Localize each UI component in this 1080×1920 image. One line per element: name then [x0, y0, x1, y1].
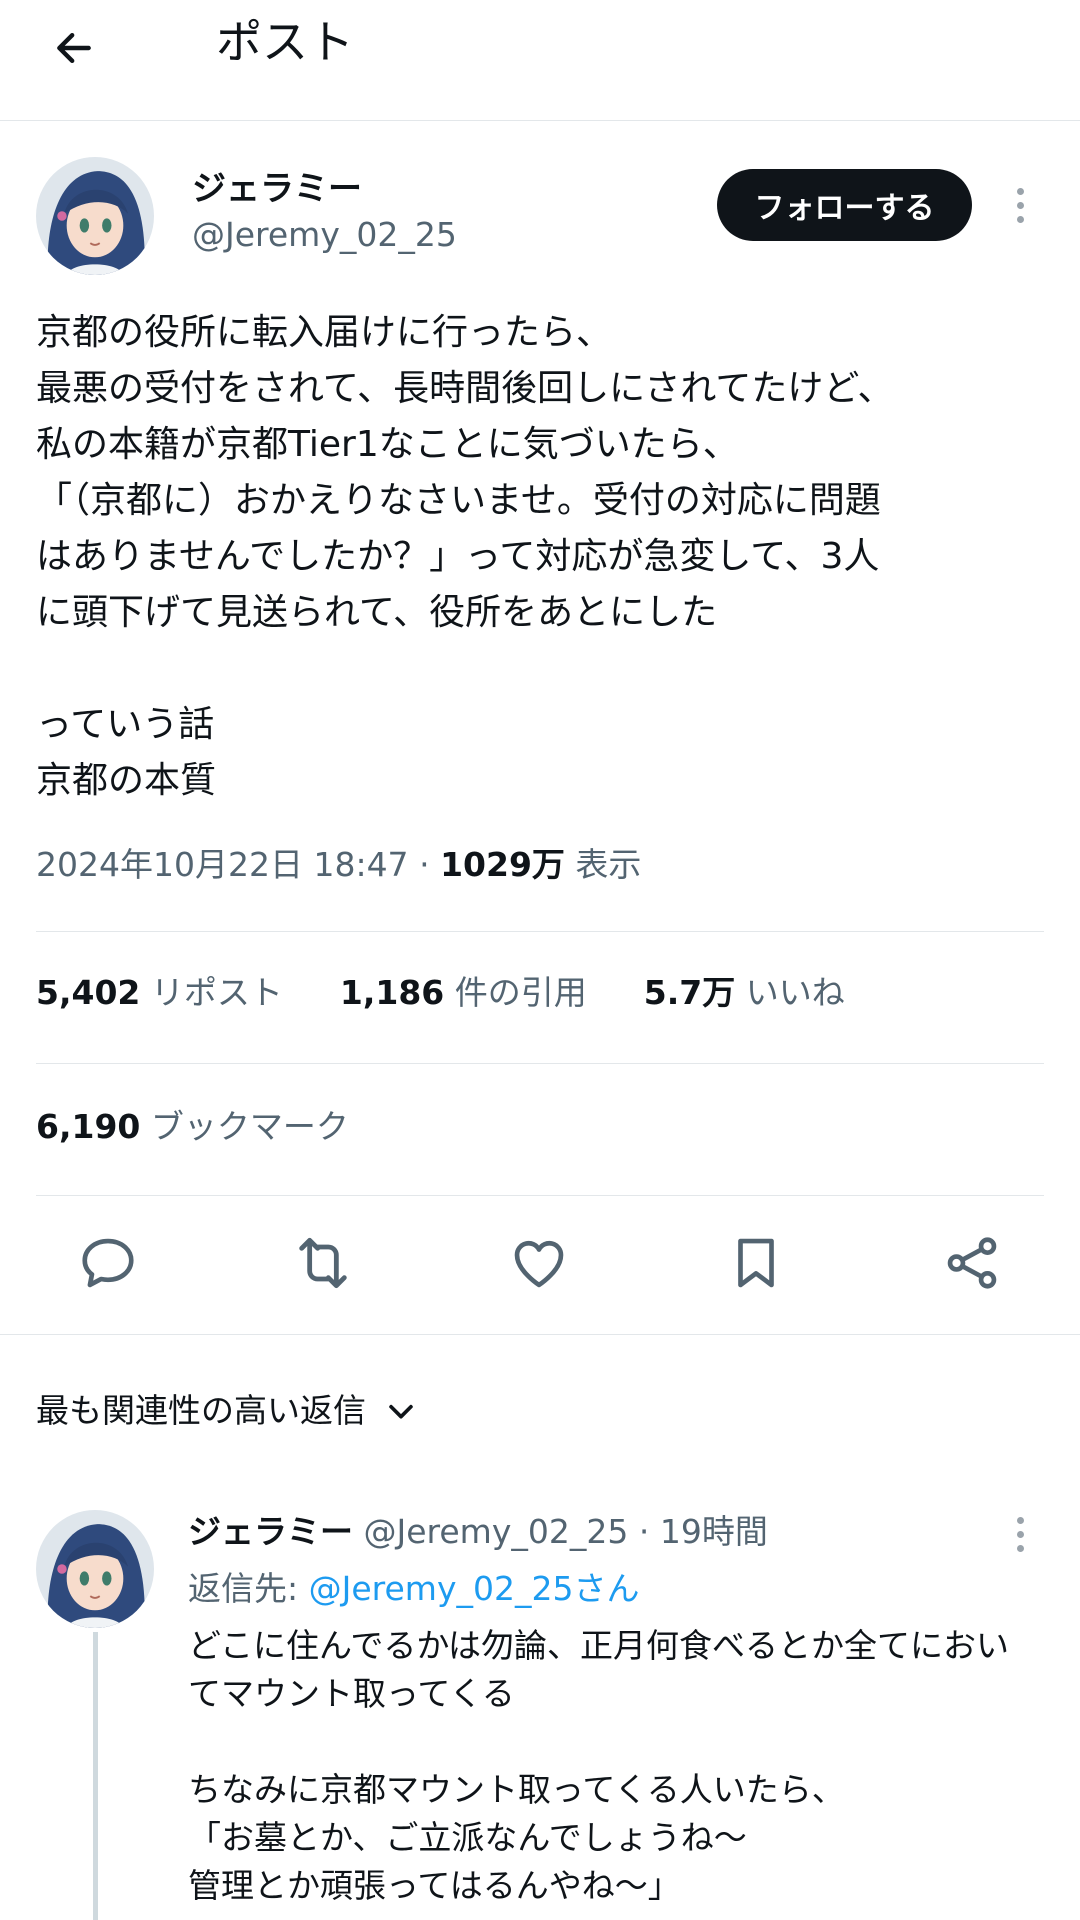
- reply-sort-dropdown[interactable]: 最も関連性の高い返信: [36, 1386, 418, 1436]
- reply-header: ジェラミー @Jeremy_02_25 · 19時間: [188, 1508, 768, 1556]
- reply-text: どこに住んでるかは勿論、正月何食べるとか全てにおい てマウント取ってくる ちなみ…: [188, 1622, 1058, 1910]
- reply-to-link[interactable]: @Jeremy_02_25さん: [309, 1569, 640, 1608]
- likes-label: いいね: [745, 973, 845, 1012]
- follow-button[interactable]: フォローする: [717, 169, 972, 241]
- post-text-line: はありませんでしたか？」って対応が急変して、3人: [36, 536, 880, 577]
- more-options-icon[interactable]: [1005, 1504, 1035, 1564]
- post-meta: 2024年10月22日 18:47 · 1029万 表示: [36, 840, 641, 890]
- reply-sort-label: 最も関連性の高い返信: [36, 1391, 366, 1430]
- bookmarks-stat[interactable]: 6,190 ブックマーク: [36, 1102, 349, 1152]
- author-handle[interactable]: @Jeremy_02_25: [192, 214, 457, 256]
- post-text-line: 私の本籍が京都Tier1なことに気づいたら、: [36, 424, 739, 465]
- repost-button[interactable]: [288, 1228, 358, 1298]
- reply-author-handle[interactable]: @Jeremy_02_25: [364, 1512, 629, 1551]
- bookmark-button[interactable]: [721, 1228, 791, 1298]
- reposts-label: リポスト: [150, 973, 283, 1012]
- post-text: 京都の役所に転入届けに行ったら、 最悪の受付をされて、長時間後回しにされてたけど…: [36, 305, 1046, 809]
- like-button[interactable]: [504, 1228, 574, 1298]
- reply-text-line: 「お墓とか、ご立派なんでしょうね〜: [188, 1818, 747, 1857]
- reposts-count: 5,402: [36, 973, 141, 1012]
- author-name[interactable]: ジェラミー: [192, 168, 362, 210]
- share-button[interactable]: [937, 1228, 1007, 1298]
- back-button[interactable]: [52, 8, 152, 88]
- post-text-line: に頭下げて見送られて、役所をあとにした: [36, 592, 718, 633]
- reply-author-name[interactable]: ジェラミー: [188, 1512, 353, 1551]
- avatar[interactable]: [36, 1510, 154, 1628]
- reply-to-label: 返信先:: [188, 1569, 299, 1608]
- avatar[interactable]: [36, 157, 154, 275]
- arrow-left-icon: [57, 32, 91, 64]
- divider: [0, 1334, 1080, 1335]
- bookmark-icon: [738, 1238, 774, 1288]
- meta-separator: ·: [419, 845, 430, 884]
- divider: [36, 1063, 1044, 1064]
- engagement-stats: 5,402 リポスト 1,186 件の引用 5.7万 いいね: [36, 968, 845, 1018]
- post-text-line: 京都の本質: [36, 760, 217, 801]
- top-bar: [0, 0, 1080, 121]
- reply-icon: [82, 1238, 134, 1288]
- bookmarks-count: 6,190: [36, 1107, 141, 1146]
- quotes-count: 1,186: [339, 973, 445, 1012]
- post-timestamp[interactable]: 2024年10月22日 18:47: [36, 845, 409, 884]
- divider: [36, 1195, 1044, 1196]
- likes-count: 5.7万: [643, 973, 736, 1012]
- post-text-line: 最悪の受付をされて、長時間後回しにされてたけど、: [36, 368, 894, 409]
- thread-line: [93, 1632, 98, 1920]
- reply-text-line: てマウント取ってくる: [188, 1674, 515, 1713]
- page-title: ポスト: [216, 15, 354, 69]
- views-count: 1029万: [440, 845, 565, 884]
- views-label: 表示: [575, 845, 642, 884]
- reply-time: · 19時間: [638, 1512, 768, 1551]
- reply-button[interactable]: [73, 1228, 143, 1298]
- reply-text-line: ちなみに京都マウント取ってくる人いたら、: [188, 1770, 845, 1809]
- share-icon: [947, 1237, 997, 1289]
- repost-icon: [299, 1237, 347, 1289]
- reposts-stat[interactable]: 5,402 リポスト: [36, 973, 283, 1012]
- divider: [36, 931, 1044, 932]
- post-text-line: 「（京都に）おかえりなさいませ。受付の対応に問題: [36, 480, 881, 521]
- like-icon: [514, 1240, 564, 1288]
- post-text-line: っていう話: [36, 704, 215, 745]
- more-options-icon[interactable]: [1005, 175, 1035, 235]
- reply-text-blank: [188, 1718, 1058, 1766]
- quotes-stat[interactable]: 1,186 件の引用: [340, 973, 587, 1012]
- reply-text-line: どこに住んでるかは勿論、正月何食べるとか全てにおい: [188, 1626, 1010, 1665]
- chevron-down-icon: [389, 1404, 413, 1419]
- post-text-line: 京都の役所に転入届けに行ったら、: [36, 312, 613, 353]
- post-text-blank: [36, 641, 1046, 697]
- bookmarks-label: ブックマーク: [150, 1107, 349, 1146]
- quotes-label: 件の引用: [454, 973, 587, 1012]
- likes-stat[interactable]: 5.7万 いいね: [644, 973, 845, 1012]
- reply-to: 返信先: @Jeremy_02_25さん: [188, 1565, 639, 1613]
- reply-text-line: 管理とか頑張ってはるんやね〜」: [188, 1866, 681, 1905]
